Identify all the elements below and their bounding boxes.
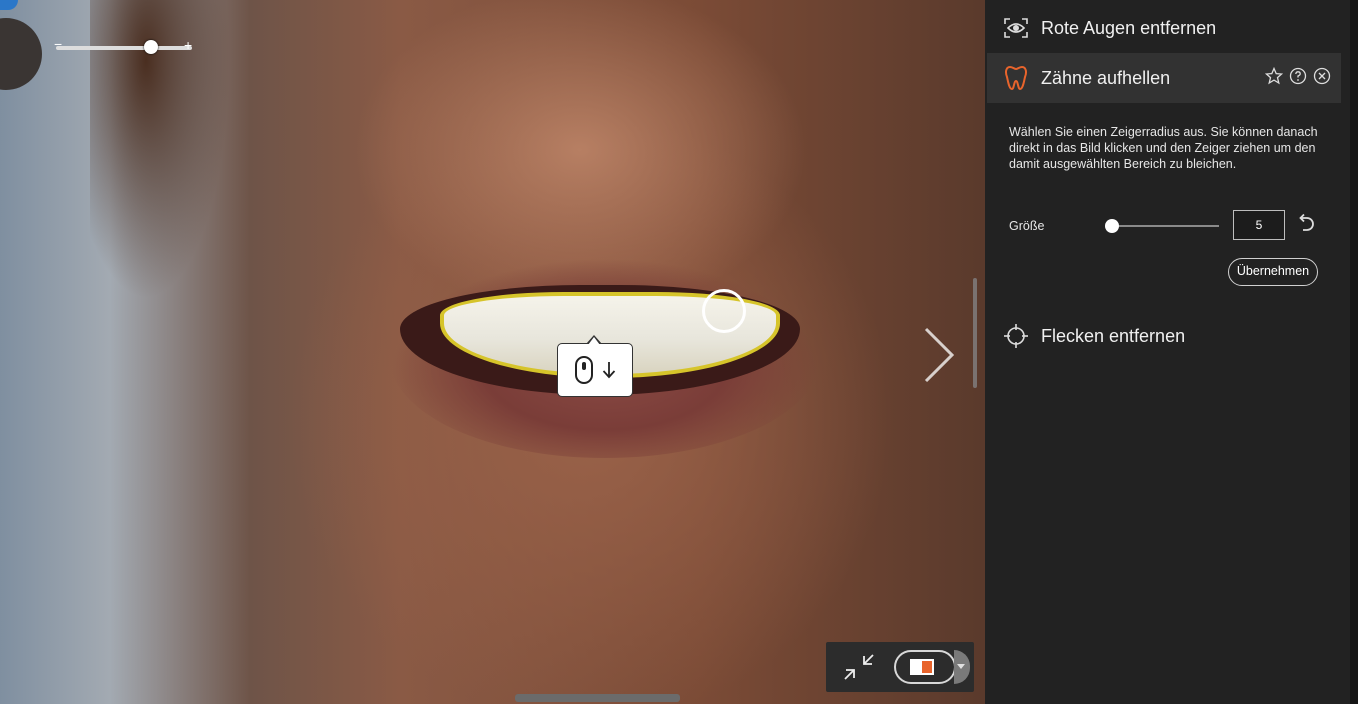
tool-red-eye-label: Rote Augen entfernen <box>1041 17 1217 38</box>
photo-canvas[interactable]: − + <box>0 0 985 704</box>
help-icon[interactable] <box>1289 67 1307 85</box>
reset-icon[interactable] <box>1293 212 1317 236</box>
tool-spot-removal[interactable]: Flecken entfernen <box>987 312 1341 360</box>
close-icon[interactable] <box>1313 67 1331 85</box>
arrow-down-icon <box>602 362 616 379</box>
usage-tooltip <box>557 335 633 397</box>
red-eye-icon <box>1004 18 1028 38</box>
tools-panel: Rote Augen entfernen Zähne aufhellen Wäh… <box>985 0 1358 704</box>
size-slider-thumb[interactable] <box>1105 219 1119 233</box>
chevron-right-icon[interactable] <box>920 325 960 385</box>
tool-description: Wählen Sie einen Zeigerradius aus. Sie k… <box>1009 125 1318 171</box>
star-icon[interactable] <box>1265 67 1283 85</box>
compare-view-button[interactable] <box>894 650 956 684</box>
tooth-icon <box>1005 65 1027 91</box>
mouse-icon <box>575 356 593 384</box>
apply-button[interactable]: Übernehmen <box>1228 258 1318 286</box>
split-view-icon <box>910 659 934 675</box>
size-slider[interactable] <box>1105 219 1219 233</box>
tool-red-eye[interactable]: Rote Augen entfernen <box>987 4 1341 52</box>
zoom-slider-thumb[interactable] <box>144 40 158 54</box>
brush-cursor <box>702 289 746 333</box>
zoom-slider[interactable] <box>56 40 192 54</box>
tool-spots-label: Flecken entfernen <box>1041 325 1186 346</box>
tool-teeth-label: Zähne aufhellen <box>1041 67 1171 88</box>
hair-region <box>90 0 230 300</box>
zoom-plus[interactable]: + <box>184 38 192 52</box>
crosshair-icon <box>1004 324 1028 348</box>
size-label: Größe <box>1009 219 1045 233</box>
tool-teeth-whitening[interactable]: Zähne aufhellen <box>987 53 1341 103</box>
window-corner-accent <box>0 0 18 10</box>
horizontal-scrollbar[interactable] <box>515 694 680 702</box>
panel-resize-handle[interactable] <box>973 278 977 388</box>
compress-icon[interactable] <box>842 652 876 682</box>
zoom-knob[interactable] <box>0 18 42 90</box>
size-input[interactable]: 5 <box>1233 210 1285 240</box>
window-edge <box>1350 0 1358 704</box>
